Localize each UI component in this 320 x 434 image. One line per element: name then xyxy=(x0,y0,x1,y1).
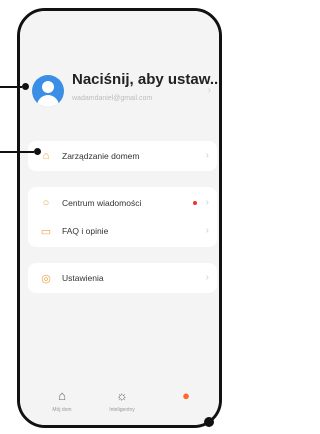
menu-item-settings[interactable]: ◎ Ustawienia › xyxy=(28,264,217,292)
menu-item-label: Centrum wiadomości xyxy=(62,198,142,208)
callout-line xyxy=(0,151,34,153)
chevron-right-icon: › xyxy=(205,272,209,283)
tab-my-home[interactable]: ⌂ Mój dom xyxy=(42,388,82,414)
menu-item-home-management[interactable]: ⌂ Zarządzanie domem › xyxy=(28,142,217,170)
menu-item-label: Zarządzanie domem xyxy=(62,151,140,161)
profile-name[interactable]: Naciśnij, aby ustaw... xyxy=(72,71,219,88)
avatar-head xyxy=(42,81,54,93)
callout-dot xyxy=(22,83,29,90)
phone-frame: Naciśnij, aby ustaw... wadamdaniel@gmail… xyxy=(17,8,222,428)
callout-dot xyxy=(34,148,41,155)
avatar-body xyxy=(37,95,59,107)
card-settings: ◎ Ustawienia › xyxy=(28,263,217,293)
callout-dot xyxy=(204,417,214,427)
avatar[interactable] xyxy=(32,75,64,107)
menu-item-label: Ustawienia xyxy=(62,273,104,283)
tab-label: Mój dom xyxy=(52,407,72,413)
chevron-right-icon: › xyxy=(205,197,209,208)
tab-label: Inteligentny xyxy=(109,407,135,413)
chevron-right-icon: › xyxy=(207,85,211,96)
home-icon: ⌂ xyxy=(42,150,50,162)
profile-email: wadamdaniel@gmail.com xyxy=(72,95,153,102)
tab-profile[interactable]: ● xyxy=(166,389,206,407)
chat-icon: ○ xyxy=(42,197,50,209)
menu-item-faq[interactable]: ▭ FAQ i opinie › xyxy=(28,217,217,245)
bottom-nav: ⌂ Mój dom ☼ Inteligentny ● xyxy=(20,381,219,425)
sun-icon: ☼ xyxy=(116,388,128,403)
book-icon: ▭ xyxy=(40,225,52,238)
profile-icon: ● xyxy=(182,388,190,403)
card-messages-faq: ○ Centrum wiadomości › ▭ FAQ i opinie › xyxy=(28,187,217,247)
callout-line xyxy=(0,86,22,88)
menu-item-messages[interactable]: ○ Centrum wiadomości › xyxy=(28,189,217,217)
chevron-right-icon: › xyxy=(205,150,209,161)
menu-item-label: FAQ i opinie xyxy=(62,226,109,236)
profile-header[interactable]: Naciśnij, aby ustaw... wadamdaniel@gmail… xyxy=(20,11,219,131)
settings-icon: ◎ xyxy=(41,272,51,285)
tab-smart[interactable]: ☼ Inteligentny xyxy=(102,388,142,414)
unread-badge xyxy=(193,201,197,205)
card-home-management: ⌂ Zarządzanie domem › xyxy=(28,141,217,171)
home-icon: ⌂ xyxy=(58,388,66,403)
chevron-right-icon: › xyxy=(205,225,209,236)
